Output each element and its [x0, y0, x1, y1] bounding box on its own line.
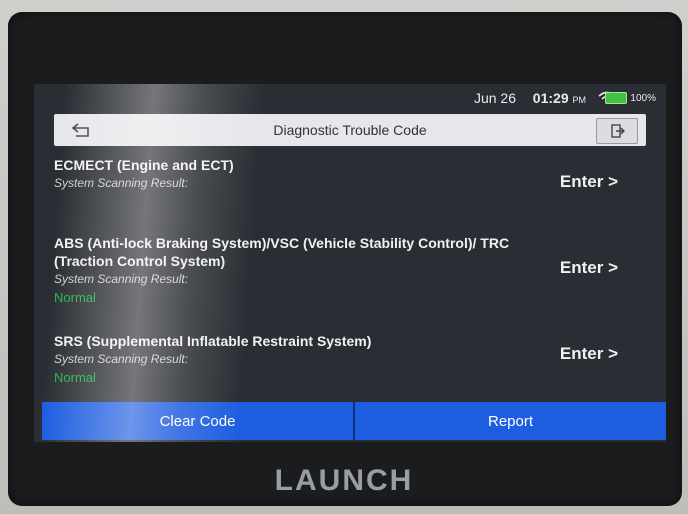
- status-time: 01:29 PM: [533, 90, 586, 106]
- exit-button[interactable]: [596, 118, 638, 144]
- device-screen: Jun 26 01:29 PM 100% Diagnostic Trouble …: [34, 84, 666, 442]
- system-item-abs[interactable]: ABS (Anti-lock Braking System)/VSC (Vehi…: [54, 234, 646, 305]
- brand-logo: LAUNCH: [274, 464, 414, 497]
- status-date: Jun 26: [473, 90, 516, 106]
- system-result-value: Normal: [54, 370, 96, 385]
- status-bar: Jun 26 01:29 PM 100%: [34, 84, 666, 112]
- system-item-ecm[interactable]: ECMECT (Engine and ECT) System Scanning …: [54, 156, 646, 194]
- system-name: SRS (Supplemental Inflatable Restraint S…: [54, 333, 372, 349]
- battery-percent: 100%: [630, 92, 656, 104]
- system-result-value: Normal: [54, 290, 96, 305]
- exit-icon: [611, 124, 625, 138]
- battery-indicator: 100%: [605, 92, 656, 104]
- status-ampm: PM: [572, 95, 587, 105]
- status-time-value: 01:29: [532, 90, 569, 106]
- system-list: ECMECT (Engine and ECT) System Scanning …: [54, 154, 646, 404]
- battery-icon: [605, 92, 628, 104]
- report-button[interactable]: Report: [353, 402, 666, 440]
- enter-button-srs[interactable]: Enter >: [560, 344, 618, 364]
- system-result-label: System Scanning Result:: [54, 352, 189, 366]
- system-result-label: System Scanning Result:: [54, 272, 189, 286]
- page-title: Diagnostic Trouble Code: [273, 122, 427, 138]
- system-name: ECMECT (Engine and ECT): [54, 157, 234, 173]
- system-item-srs[interactable]: SRS (Supplemental Inflatable Restraint S…: [54, 332, 646, 385]
- clear-code-button[interactable]: Clear Code: [42, 402, 353, 440]
- enter-button-ecm[interactable]: Enter >: [560, 172, 618, 192]
- enter-button-abs[interactable]: Enter >: [560, 258, 618, 278]
- title-bar: Diagnostic Trouble Code: [54, 114, 646, 146]
- system-name: ABS (Anti-lock Braking System)/VSC (Vehi…: [54, 235, 510, 269]
- action-button-bar: Clear Code Report: [42, 402, 666, 440]
- system-result-label: System Scanning Result:: [54, 176, 189, 190]
